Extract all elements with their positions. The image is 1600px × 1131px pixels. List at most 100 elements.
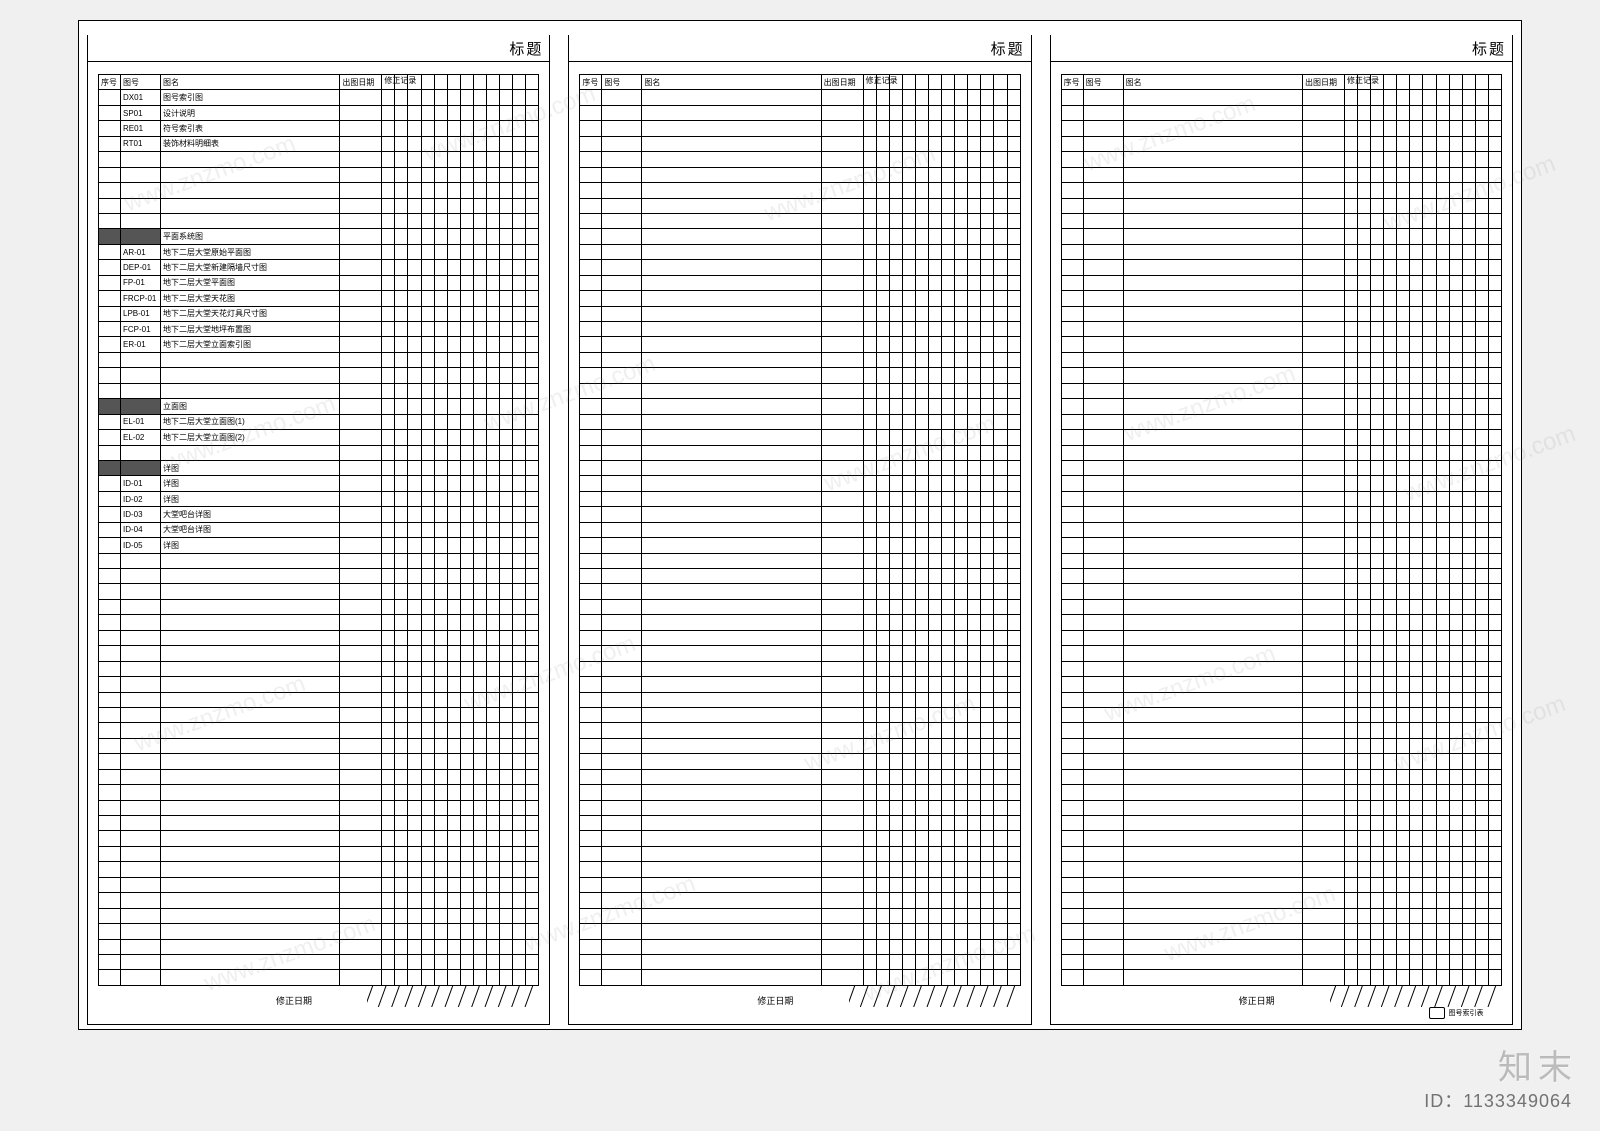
panel-2: 标题序号图号图名出图日期修正记录修正日期 xyxy=(568,35,1031,1025)
table-row xyxy=(99,878,538,893)
table-row xyxy=(1062,415,1501,430)
table-row xyxy=(99,909,538,924)
cell-name: 大堂吧台详图 xyxy=(161,507,340,521)
table-row xyxy=(1062,199,1501,214)
table-row xyxy=(99,600,538,615)
panel-title: 标题 xyxy=(88,35,549,61)
cell-name: 详图 xyxy=(161,492,340,506)
table-row xyxy=(1062,862,1501,877)
table-row xyxy=(1062,754,1501,769)
table-row xyxy=(580,121,1019,136)
footer-zone: 修正日期 xyxy=(579,986,1020,1024)
cell-name: 地下二层大堂平面图 xyxy=(161,276,340,290)
revision-slashes-icon xyxy=(367,985,539,1007)
table-row xyxy=(99,847,538,862)
table-row xyxy=(99,554,538,569)
index-grid: 序号图号图名出图日期修正记录 xyxy=(1061,74,1502,986)
table-row: ER-01地下二层大堂立面索引图 xyxy=(99,337,538,352)
cell-name: 大堂吧台详图 xyxy=(161,523,340,537)
cell-code: ID-01 xyxy=(121,476,161,490)
table-row xyxy=(580,646,1019,661)
table-row xyxy=(580,831,1019,846)
cell-code: ID-05 xyxy=(121,538,161,552)
table-row xyxy=(1062,245,1501,260)
table-row xyxy=(580,368,1019,383)
table-row xyxy=(580,214,1019,229)
table-row xyxy=(580,399,1019,414)
table-row xyxy=(1062,770,1501,785)
table-row xyxy=(1062,399,1501,414)
table-row xyxy=(580,337,1019,352)
index-sheet: 序号图号图名出图日期修正记录修正日期 xyxy=(1051,62,1512,1024)
table-row xyxy=(1062,708,1501,723)
col-header-code: 图号 xyxy=(602,75,642,89)
index-grid: 序号图号图名出图日期修正记录 xyxy=(579,74,1020,986)
table-row xyxy=(99,785,538,800)
titleblock-corner: 图号索引表 xyxy=(1407,1003,1505,1023)
table-row xyxy=(1062,183,1501,198)
panel-title: 标题 xyxy=(569,35,1030,61)
table-row xyxy=(580,152,1019,167)
table-row: SP01设计说明 xyxy=(99,106,538,121)
table-row xyxy=(1062,723,1501,738)
table-row xyxy=(1062,940,1501,955)
table-row xyxy=(1062,430,1501,445)
table-row xyxy=(580,893,1019,908)
table-row xyxy=(580,137,1019,152)
cell-code: EL-01 xyxy=(121,415,161,429)
table-row xyxy=(580,816,1019,831)
table-row xyxy=(1062,909,1501,924)
table-row xyxy=(99,816,538,831)
table-row xyxy=(99,662,538,677)
table-row: 平面系统图 xyxy=(99,229,538,244)
table-row xyxy=(1062,137,1501,152)
table-row xyxy=(99,708,538,723)
table-row xyxy=(580,770,1019,785)
table-row xyxy=(580,538,1019,553)
cell-name: 地下二层大堂立面索引图 xyxy=(161,337,340,351)
table-row xyxy=(580,801,1019,816)
table-row xyxy=(580,507,1019,522)
table-row: ID-03大堂吧台详图 xyxy=(99,507,538,522)
panel-3: 标题序号图号图名出图日期修正记录修正日期 xyxy=(1050,35,1513,1025)
table-row xyxy=(99,152,538,167)
table-row xyxy=(1062,90,1501,105)
cell-code: DEP-01 xyxy=(121,260,161,274)
index-grid: 序号图号图名出图日期修正记录DX01图号索引图SP01设计说明RE01符号索引表… xyxy=(98,74,539,986)
table-row xyxy=(99,646,538,661)
table-row xyxy=(580,924,1019,939)
table-row xyxy=(99,214,538,229)
cell-code: ID-03 xyxy=(121,507,161,521)
col-header-name: 图名 xyxy=(161,75,340,89)
table-row: 立面图 xyxy=(99,399,538,414)
col-header-code: 图号 xyxy=(121,75,161,89)
table-row xyxy=(99,615,538,630)
cell-code: LPB-01 xyxy=(121,307,161,321)
table-row xyxy=(99,955,538,970)
footer-label: 修正日期 xyxy=(757,994,793,1007)
col-header-rev: 修正记录 xyxy=(1345,75,1501,89)
cell-name: 地下二层大堂天花灯具尺寸图 xyxy=(161,307,340,321)
brand-watermark: 知末 xyxy=(1498,1040,1578,1089)
table-row xyxy=(1062,507,1501,522)
table-row xyxy=(1062,152,1501,167)
table-row xyxy=(580,569,1019,584)
cell-code: AR-01 xyxy=(121,245,161,259)
table-row: ID-04大堂吧台详图 xyxy=(99,523,538,538)
table-row xyxy=(1062,924,1501,939)
table-header-row: 序号图号图名出图日期修正记录 xyxy=(580,75,1019,90)
table-row: ID-02详图 xyxy=(99,492,538,507)
table-row xyxy=(1062,831,1501,846)
index-sheet: 序号图号图名出图日期修正记录DX01图号索引图SP01设计说明RE01符号索引表… xyxy=(88,62,549,1024)
table-row xyxy=(580,615,1019,630)
table-row xyxy=(580,90,1019,105)
table-row xyxy=(99,754,538,769)
table-row xyxy=(1062,847,1501,862)
table-row xyxy=(1062,785,1501,800)
table-row xyxy=(1062,816,1501,831)
table-row xyxy=(1062,492,1501,507)
table-row xyxy=(1062,878,1501,893)
table-row xyxy=(1062,368,1501,383)
cell-name: 地下二层大堂原始平面图 xyxy=(161,245,340,259)
table-row xyxy=(1062,538,1501,553)
